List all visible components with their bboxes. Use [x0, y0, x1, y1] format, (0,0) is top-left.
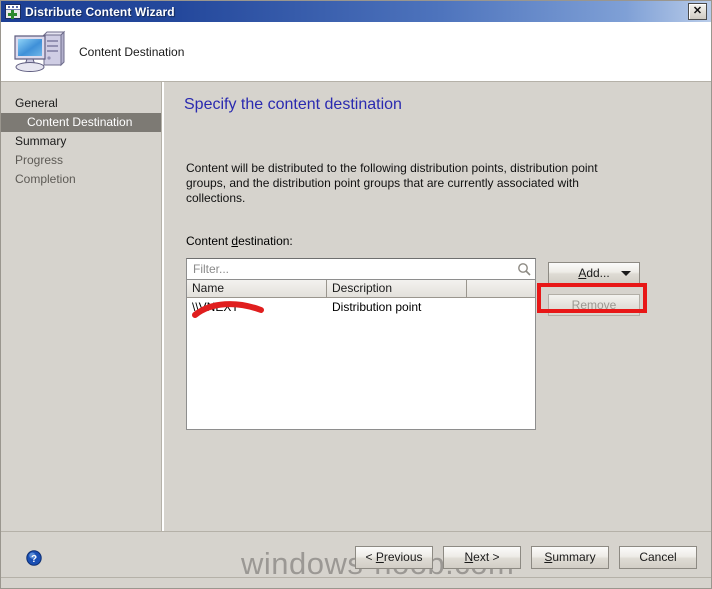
header-title: Content Destination	[79, 44, 185, 59]
remove-button-post: emove	[580, 298, 617, 312]
wizard-window-plus-icon	[5, 4, 21, 19]
computer-icon	[11, 27, 67, 77]
previous-button-accel: P	[375, 550, 384, 564]
content-destination-label-post: estination:	[238, 234, 293, 248]
wizard-footer: ? windows-noob.com < Previous Next > Sum…	[1, 531, 711, 587]
cancel-button[interactable]: Cancel	[619, 546, 697, 569]
list-action-buttons: Add... Remove	[548, 258, 640, 430]
wizard-header: Content Destination	[1, 22, 711, 82]
title-bar: Distribute Content Wizard ✕	[1, 1, 711, 22]
summary-button[interactable]: Summary	[531, 546, 609, 569]
svg-text:?: ?	[31, 554, 37, 565]
previous-button-pre: <	[365, 550, 376, 564]
wizard-window: Distribute Content Wizard ✕ Content Dest…	[0, 0, 712, 589]
sidebar-item-content-destination[interactable]: Content Destination	[1, 113, 161, 132]
sidebar-item-completion[interactable]: Completion	[1, 170, 161, 189]
add-button[interactable]: Add...	[548, 262, 640, 284]
sidebar-item-progress[interactable]: Progress	[1, 151, 161, 170]
sidebar-item-general[interactable]: General	[1, 94, 161, 113]
add-button-post: dd...	[586, 266, 610, 280]
column-header-description[interactable]: Description	[327, 280, 467, 298]
wizard-steps-sidebar: General Content Destination Summary Prog…	[1, 82, 161, 531]
destination-list-wrapper: Name Description \\VNEXT Distribution po…	[186, 258, 536, 430]
content-destination-label-pre: Content	[186, 234, 232, 248]
cell-description: Distribution point	[332, 299, 422, 314]
next-button-accel: N	[464, 550, 474, 564]
previous-button-post: revious	[383, 550, 423, 564]
sidebar-item-summary[interactable]: Summary	[1, 132, 161, 151]
wizard-content-pane: Specify the content destination Content …	[164, 82, 711, 531]
table-row[interactable]: \\VNEXT Distribution point	[187, 298, 535, 315]
close-button[interactable]: ✕	[688, 3, 707, 20]
page-title: Specify the content destination	[184, 96, 402, 113]
intro-description: Content will be distributed to the follo…	[186, 161, 598, 205]
column-header-name[interactable]: Name	[187, 280, 327, 298]
destination-list-row: Name Description \\VNEXT Distribution po…	[186, 258, 695, 430]
search-icon[interactable]	[517, 262, 531, 276]
previous-button[interactable]: < Previous	[355, 546, 433, 569]
filter-input[interactable]	[193, 262, 517, 276]
content-destination-label: Content destination:	[186, 234, 695, 248]
close-icon: ✕	[692, 5, 703, 17]
wizard-navigation-buttons: < Previous Next > Summary Cancel	[355, 546, 697, 569]
chevron-down-icon[interactable]	[621, 271, 631, 276]
remove-button: Remove	[548, 294, 640, 316]
help-question-icon[interactable]: ?	[26, 550, 42, 566]
remove-button-accel: R	[571, 298, 581, 312]
next-button-post: ext >	[473, 550, 500, 564]
next-button[interactable]: Next >	[443, 546, 521, 569]
footer-separator	[1, 577, 711, 578]
window-title: Distribute Content Wizard	[25, 4, 175, 19]
filter-box[interactable]	[186, 258, 536, 280]
cancel-button-post: Cancel	[639, 550, 677, 564]
cell-name: \\VNEXT	[192, 299, 239, 314]
wizard-body: General Content Destination Summary Prog…	[1, 82, 711, 531]
column-header-extra[interactable]	[467, 280, 535, 298]
summary-button-post: ummary	[552, 550, 596, 564]
table-header-row: Name Description	[187, 280, 535, 298]
destination-listbox[interactable]: Name Description \\VNEXT Distribution po…	[186, 280, 536, 430]
